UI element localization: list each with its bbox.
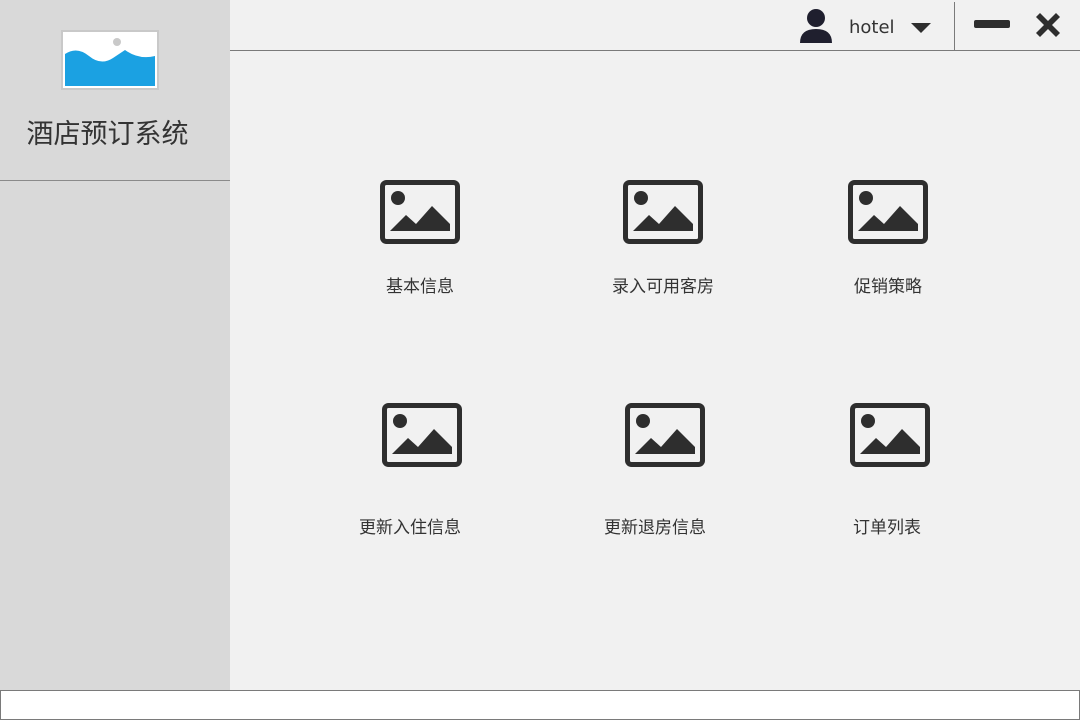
menu-tile-label: 录入可用客房: [612, 277, 714, 297]
minimize-button[interactable]: [974, 20, 1012, 30]
sidebar-divider: [0, 180, 230, 181]
image-icon: [848, 180, 928, 244]
image-icon: [850, 403, 930, 467]
image-icon: [382, 403, 462, 467]
menu-tile-label: 促销策略: [854, 277, 922, 297]
image-icon: [625, 403, 705, 467]
image-icon: [380, 180, 460, 244]
menu-tile-update-checkin[interactable]: 更新入住信息: [332, 403, 512, 543]
menu-tile-label: 更新入住信息: [359, 518, 461, 538]
top-bar: hotel: [230, 0, 1080, 51]
menu-tile-promotions[interactable]: 促销策略: [798, 180, 978, 300]
minimize-icon: [974, 20, 1010, 28]
menu-tile-order-list[interactable]: 订单列表: [800, 403, 980, 543]
close-icon[interactable]: [1032, 9, 1064, 41]
topbar-separator: [954, 2, 955, 50]
menu-tile-update-checkout[interactable]: 更新退房信息: [575, 403, 755, 543]
menu-tile-basic-info[interactable]: 基本信息: [330, 180, 510, 300]
menu-tile-label: 订单列表: [853, 518, 921, 538]
logo-image-icon: [61, 30, 159, 90]
app-window: 酒店预订系统 hotel 基本信息 录入可用客房 促销策略 更新入住信息 更新退…: [0, 0, 1080, 720]
menu-tile-label: 更新退房信息: [604, 518, 706, 538]
app-title: 酒店预订系统: [26, 119, 189, 150]
menu-tile-enter-rooms[interactable]: 录入可用客房: [573, 180, 753, 300]
username-label[interactable]: hotel: [849, 17, 895, 38]
chevron-down-icon[interactable]: [910, 22, 932, 34]
image-icon: [623, 180, 703, 244]
sidebar: 酒店预订系统: [0, 0, 230, 690]
user-avatar-icon[interactable]: [798, 8, 834, 44]
menu-tile-label: 基本信息: [386, 277, 454, 297]
status-bar: [0, 690, 1080, 720]
